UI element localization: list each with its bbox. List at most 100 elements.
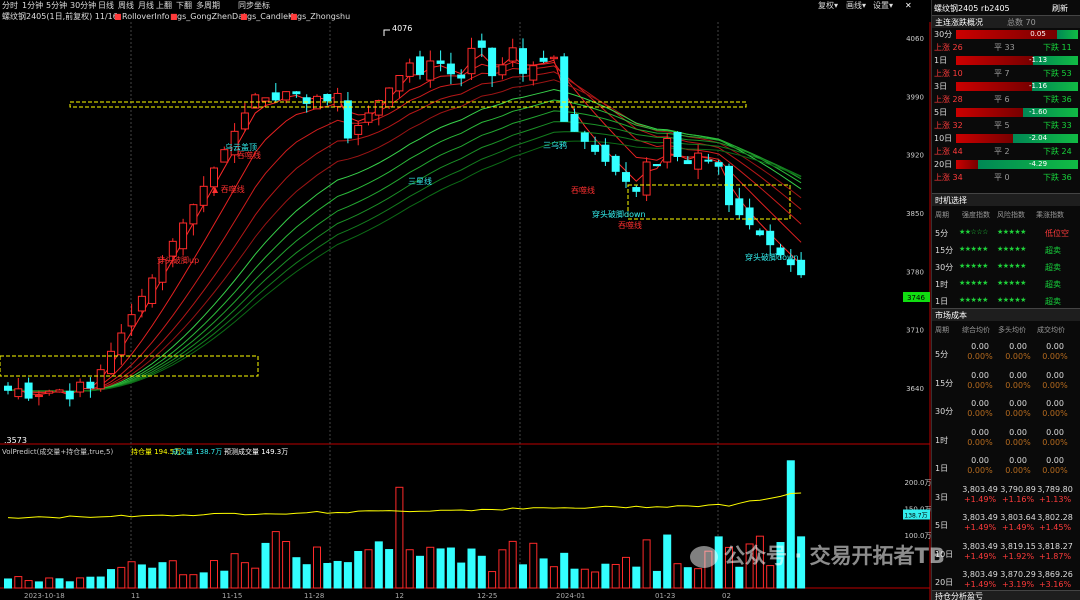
candle-body	[632, 187, 641, 192]
volume-bar	[395, 486, 404, 589]
period-label: 1日	[935, 464, 949, 473]
candle-body	[457, 74, 466, 79]
candle-body	[498, 64, 507, 76]
candle-body	[539, 57, 548, 62]
volume-bar	[343, 562, 352, 589]
candle-body	[189, 204, 198, 225]
candle-body	[622, 172, 630, 182]
period-label: 5分	[935, 229, 949, 238]
cost-change: 0.00%	[1042, 380, 1068, 390]
ma-ribbon-line	[7, 79, 802, 393]
price-tick-label: 3990	[906, 93, 924, 101]
candle-body	[529, 65, 538, 81]
volume-bar	[663, 534, 672, 589]
up-count: 上涨 26	[934, 43, 963, 52]
volume-bar	[570, 568, 579, 589]
candle-body	[137, 295, 146, 312]
volume-bar	[436, 548, 445, 589]
volume-bar	[385, 549, 394, 589]
period-label: 1日	[935, 297, 949, 306]
period-label: 20日	[934, 160, 953, 169]
candle-body	[766, 230, 775, 246]
date-tick-label: 11	[131, 592, 140, 600]
period-label: 10日	[934, 134, 953, 143]
cost-change: 0.00%	[1042, 466, 1068, 475]
pattern-annotation: 穿头破脚down	[745, 252, 799, 262]
cost-value: 0.00	[1046, 370, 1064, 380]
volume-bar	[189, 574, 198, 589]
candle-body	[343, 100, 352, 139]
ma-ribbon-line	[7, 140, 802, 392]
pattern-annotation: 三星线	[408, 176, 432, 186]
kline-chart[interactable]: 4060 3990 3920 3850 3780 3710 3640 3746 4076 .357…	[0, 0, 931, 600]
candle-body	[323, 93, 332, 102]
zhongshu-box	[69, 101, 747, 108]
strength-stars: ★★★★★	[959, 296, 988, 304]
cost-change: 0.00%	[1042, 409, 1068, 418]
cost-value: 0.00	[1009, 427, 1027, 437]
cost-change: 0.00%	[1042, 437, 1068, 447]
cost-value: 0.00	[971, 399, 989, 408]
candle-body	[426, 60, 435, 81]
risk-stars: ★★★★★	[997, 245, 1026, 253]
down-count: 下跌 36	[1043, 173, 1072, 182]
change-value: -1.13	[1028, 56, 1048, 64]
volume-bar	[601, 563, 610, 589]
high-marker-icon	[383, 29, 390, 36]
cost-value: 3,790.89	[1000, 484, 1036, 494]
cost-change: +1.13%	[1038, 494, 1072, 504]
up-count: 上涨 32	[934, 121, 963, 130]
volume-bar	[14, 576, 23, 589]
volume-bar	[694, 568, 703, 589]
column-header: 综合均价	[962, 326, 990, 334]
date-tick-label: 2024-01	[556, 592, 585, 600]
candle-body	[179, 222, 188, 250]
column-header: 成交均价	[1037, 326, 1065, 334]
volume-bar	[611, 563, 620, 589]
signal-label: 超卖	[1045, 246, 1061, 255]
period-label: 5分	[935, 350, 949, 359]
down-count: 下跌 33	[1043, 121, 1072, 130]
cost-change: +1.49%	[963, 523, 997, 532]
candle-body	[601, 144, 610, 162]
candle-body	[354, 125, 363, 135]
volume-bar	[34, 581, 43, 589]
hold-volume-line	[7, 492, 802, 519]
volume-bar	[632, 566, 641, 589]
volume-bar	[426, 546, 435, 589]
vol-trade-label: 成交量 138.7万	[172, 447, 222, 456]
candle-body	[76, 381, 85, 393]
candle-body	[694, 152, 703, 170]
volume-bar	[240, 562, 249, 589]
volume-bar	[4, 578, 12, 589]
volume-bar	[580, 568, 589, 589]
candle-body	[416, 56, 424, 75]
candle-body	[508, 47, 517, 62]
candle-body	[127, 314, 136, 327]
candle-body	[570, 113, 579, 132]
volume-bar	[519, 564, 527, 589]
volume-bar	[148, 567, 157, 589]
volume-bar	[488, 571, 497, 589]
cost-value: 0.00	[971, 456, 989, 465]
period-label: 30分	[934, 30, 953, 39]
pattern-annotation: 吞噬线	[237, 150, 261, 160]
candle-body	[652, 164, 661, 167]
low-price-label: .3573	[4, 436, 27, 445]
volume-bar	[333, 560, 342, 589]
flat-count: 平 7	[994, 69, 1010, 78]
price-tick-label: 3780	[906, 268, 924, 276]
candle-body	[663, 137, 672, 163]
candle-body	[704, 159, 713, 162]
candle-body	[333, 92, 342, 108]
candle-body	[477, 40, 486, 48]
cost-change: 0.00%	[1005, 466, 1031, 475]
volume-bar	[271, 531, 280, 589]
zhongshu-box	[627, 184, 791, 220]
refresh-button[interactable]: 刷新	[1052, 3, 1068, 14]
column-header: 周期	[935, 211, 949, 219]
down-count: 下跌 24	[1043, 147, 1072, 156]
period-label: 1时	[935, 280, 949, 289]
pattern-annotation: 穿头破脚down	[592, 209, 646, 219]
volume-bar	[220, 570, 229, 589]
